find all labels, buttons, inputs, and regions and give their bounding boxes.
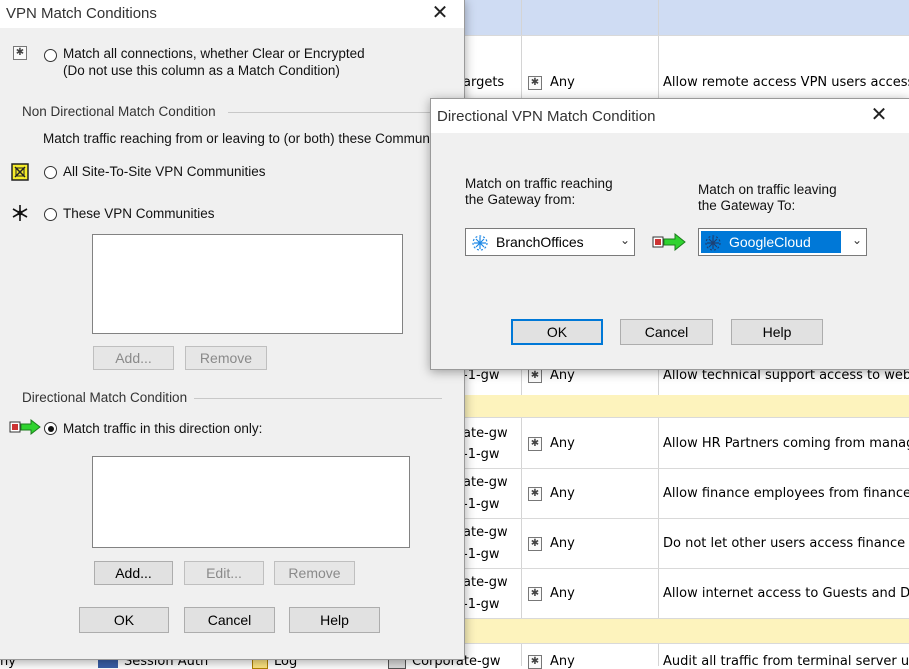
remove-community-button[interactable]: Remove [185, 346, 267, 370]
these-vpn-communities-radio[interactable] [44, 208, 57, 221]
section-row [460, 619, 909, 643]
from-label-2: the Gateway from: [465, 192, 576, 207]
from-community-value: BranchOffices [496, 234, 584, 250]
install-on-cell: -1-gw [463, 547, 500, 562]
chevron-down-icon: ⌄ [851, 233, 862, 247]
directional-conditions-list[interactable] [92, 456, 410, 548]
any-icon: ✱ [528, 486, 542, 501]
directional-radio-label: Match traffic in this direction only: [63, 421, 263, 436]
direction-arrow-icon [652, 232, 688, 252]
close-icon: ✕ [431, 2, 449, 24]
community-star-icon [471, 234, 489, 255]
help-button[interactable]: Help [731, 319, 823, 345]
non-directional-header: Non Directional Match Condition [22, 104, 216, 119]
help-button[interactable]: Help [289, 607, 380, 633]
ok-button[interactable]: OK [511, 319, 603, 345]
from-community-select[interactable]: BranchOffices ⌄ [465, 228, 635, 256]
match-all-label: Match all connections, whether Clear or … [63, 46, 365, 61]
match-all-note: (Do not use this column as a Match Condi… [63, 63, 340, 78]
vpn-cell: ✱ Any [528, 586, 575, 601]
directional-vpn-match-dialog: Directional VPN Match Condition ✕ Match … [430, 98, 909, 370]
to-label-2: the Gateway To: [698, 198, 796, 213]
dialog-title: Directional VPN Match Condition [437, 108, 656, 125]
install-on-cell: -1-gw [463, 497, 500, 512]
install-on-cell: ate-gw [463, 426, 508, 441]
community-star-icon [704, 234, 722, 255]
edit-direction-button[interactable]: Edit... [184, 561, 264, 585]
close-button[interactable]: ✕ [859, 102, 899, 130]
direction-arrow-icon [9, 418, 43, 436]
install-on-cell: argets [463, 75, 505, 90]
any-icon: ✱ [528, 536, 542, 551]
install-on-cell: -1-gw [463, 447, 500, 462]
install-on-cell: -1-gw [463, 368, 500, 383]
vpn-cell: ✱ Any [528, 486, 575, 501]
vpn-communities-list[interactable] [92, 234, 403, 334]
vpn-cell: ✱ Any [528, 536, 575, 551]
directional-header: Directional Match Condition [22, 390, 188, 405]
these-vpn-communities-label: These VPN Communities [63, 206, 215, 221]
comment-cell: Allow finance employees from finance [663, 486, 909, 501]
vpn-cell: ✱ Any [528, 368, 575, 383]
comment-cell: Allow technical support access to web [663, 368, 909, 383]
comment-cell: Allow internet access to Guests and Do [663, 586, 909, 601]
group-divider [194, 398, 442, 399]
remove-direction-button[interactable]: Remove [274, 561, 355, 585]
vpn-community-icon [10, 203, 30, 223]
group-divider [228, 112, 464, 113]
all-site-to-site-radio[interactable] [44, 166, 57, 179]
add-direction-button[interactable]: Add... [94, 561, 173, 585]
close-icon: ✕ [870, 104, 888, 126]
any-icon: ✱ [528, 586, 542, 601]
comment-cell: Do not let other users access finance a [663, 536, 909, 551]
any-icon: ✱ [528, 436, 542, 451]
vpn-cell: ✱ Any [528, 436, 575, 451]
any-icon: ✱ [528, 75, 542, 90]
comment-cell: Allow HR Partners coming from manag [663, 436, 909, 451]
vpn-cell: ✱ Any [528, 75, 575, 90]
non-directional-description: Match traffic reaching from or leaving t… [43, 131, 440, 146]
title-bar: VPN Match Conditions ✕ [0, 0, 464, 28]
install-on-cell: ate-gw [463, 525, 508, 540]
vpn-match-conditions-dialog: VPN Match Conditions ✕ ✱ Match all conne… [0, 0, 465, 660]
match-all-radio[interactable] [44, 49, 57, 62]
site-to-site-icon [11, 163, 29, 181]
any-icon: ✱ [13, 46, 27, 60]
from-label: Match on traffic reaching [465, 176, 613, 191]
title-bar: Directional VPN Match Condition ✕ [431, 99, 909, 133]
comment-cell: Audit all traffic from terminal server u… [663, 654, 909, 669]
comment-cell: Allow remote access VPN users access t [663, 75, 909, 90]
vpn-cell: ✱ Any [528, 654, 575, 669]
all-site-to-site-label: All Site-To-Site VPN Communities [63, 164, 266, 179]
cancel-button[interactable]: Cancel [620, 319, 713, 345]
dialog-title: VPN Match Conditions [6, 5, 157, 22]
install-on-cell: ate-gw [463, 475, 508, 490]
chevron-down-icon: ⌄ [619, 233, 630, 247]
close-button[interactable]: ✕ [420, 0, 460, 28]
install-on-cell: ate-gw [463, 575, 508, 590]
cancel-button[interactable]: Cancel [184, 607, 275, 633]
any-icon: ✱ [528, 654, 542, 669]
to-community-value: GoogleCloud [729, 234, 811, 250]
directional-radio[interactable] [44, 422, 57, 435]
ok-button[interactable]: OK [79, 607, 169, 633]
add-community-button[interactable]: Add... [93, 346, 174, 370]
to-label: Match on traffic leaving [698, 182, 837, 197]
install-on-cell: -1-gw [463, 597, 500, 612]
to-community-select[interactable]: GoogleCloud ⌄ [698, 228, 867, 256]
section-row [460, 395, 909, 417]
any-icon: ✱ [528, 368, 542, 383]
